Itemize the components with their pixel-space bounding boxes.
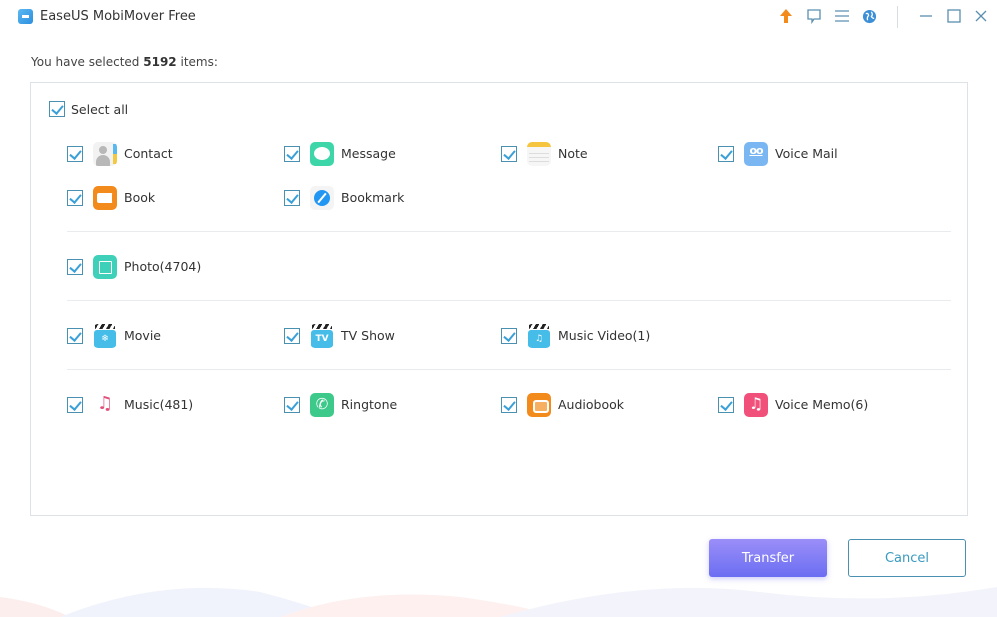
minimize-icon[interactable] (917, 7, 935, 25)
selection-count: 5192 (143, 55, 177, 69)
voice-memo-icon (744, 393, 768, 417)
ringtone-icon (310, 393, 334, 417)
category-label: Music Video(1) (558, 328, 651, 343)
book-checkbox[interactable] (67, 190, 83, 206)
category-label: TV Show (341, 328, 395, 343)
category-label: Audiobook (558, 397, 624, 412)
cancel-button[interactable]: Cancel (848, 539, 966, 577)
category-item-music[interactable]: Music(481) (67, 392, 267, 418)
contact-icon (93, 142, 117, 166)
tv-show-icon: TV (310, 324, 334, 348)
category-item-ringtone[interactable]: Ringtone (284, 392, 484, 418)
app-title: EaseUS MobiMover Free (40, 9, 196, 24)
bookmark-icon (310, 186, 334, 210)
category-item-book[interactable]: Book (67, 185, 267, 211)
selection-summary: You have selected 5192 items: (31, 55, 218, 69)
category-item-bookmark[interactable]: Bookmark (284, 185, 484, 211)
music-video-icon: ♫ (527, 324, 551, 348)
audiobook-icon (527, 393, 551, 417)
note-checkbox[interactable] (501, 146, 517, 162)
category-item-voice-memo[interactable]: Voice Memo(6) (718, 392, 918, 418)
category-label: Movie (124, 328, 161, 343)
category-label: Note (558, 146, 588, 161)
category-label: Book (124, 190, 156, 205)
book-icon (93, 186, 117, 210)
close-icon[interactable] (972, 7, 990, 25)
ringtone-checkbox[interactable] (284, 397, 300, 413)
contact-checkbox[interactable] (67, 146, 83, 162)
selection-prefix: You have selected (31, 55, 140, 69)
audiobook-checkbox[interactable] (501, 397, 517, 413)
movie-checkbox[interactable] (67, 328, 83, 344)
select-all-checkbox[interactable] (49, 101, 65, 117)
photo-checkbox[interactable] (67, 259, 83, 275)
category-item-music-video[interactable]: ♫ Music Video(1) (501, 323, 701, 349)
category-item-voice-mail[interactable]: Voice Mail (718, 141, 918, 167)
category-item-note[interactable]: Note (501, 141, 701, 167)
category-label: Ringtone (341, 397, 398, 412)
upgrade-arrow-icon[interactable] (777, 7, 795, 25)
group-divider (67, 231, 951, 232)
category-label: Photo(4704) (124, 259, 202, 274)
tv-show-checkbox[interactable] (284, 328, 300, 344)
menu-icon[interactable] (833, 7, 851, 25)
title-bar: EaseUS MobiMover Free (0, 0, 997, 34)
category-item-movie[interactable]: ❄ Movie (67, 323, 267, 349)
category-label: Message (341, 146, 396, 161)
note-icon (527, 142, 551, 166)
category-panel: Select all Contact Message Note Voice Ma… (30, 82, 968, 516)
music-checkbox[interactable] (67, 397, 83, 413)
category-item-message[interactable]: Message (284, 141, 484, 167)
category-label: Contact (124, 146, 173, 161)
globe-icon[interactable] (860, 7, 878, 25)
music-video-checkbox[interactable] (501, 328, 517, 344)
category-item-photo[interactable]: Photo(4704) (67, 254, 267, 280)
title-bar-separator (897, 6, 898, 28)
group-divider (67, 300, 951, 301)
select-all-label: Select all (71, 102, 129, 117)
category-item-tv-show[interactable]: TV TV Show (284, 323, 484, 349)
bookmark-checkbox[interactable] (284, 190, 300, 206)
transfer-button[interactable]: Transfer (709, 539, 827, 577)
category-label: Voice Mail (775, 146, 838, 161)
category-label: Music(481) (124, 397, 194, 412)
category-label: Bookmark (341, 190, 405, 205)
feedback-icon[interactable] (805, 7, 823, 25)
category-item-contact[interactable]: Contact (67, 141, 267, 167)
message-icon (310, 142, 334, 166)
app-logo-icon (18, 9, 33, 24)
category-item-audiobook[interactable]: Audiobook (501, 392, 701, 418)
movie-icon: ❄ (93, 324, 117, 348)
selection-suffix: items: (180, 55, 218, 69)
message-checkbox[interactable] (284, 146, 300, 162)
music-icon (93, 393, 117, 417)
voice-mail-checkbox[interactable] (718, 146, 734, 162)
app-window: EaseUS MobiMover Free You have selected … (0, 0, 997, 617)
voicemail-icon (744, 142, 768, 166)
voice-memo-checkbox[interactable] (718, 397, 734, 413)
maximize-icon[interactable] (945, 7, 963, 25)
category-label: Voice Memo(6) (775, 397, 869, 412)
photo-icon (93, 255, 117, 279)
group-divider (67, 369, 951, 370)
